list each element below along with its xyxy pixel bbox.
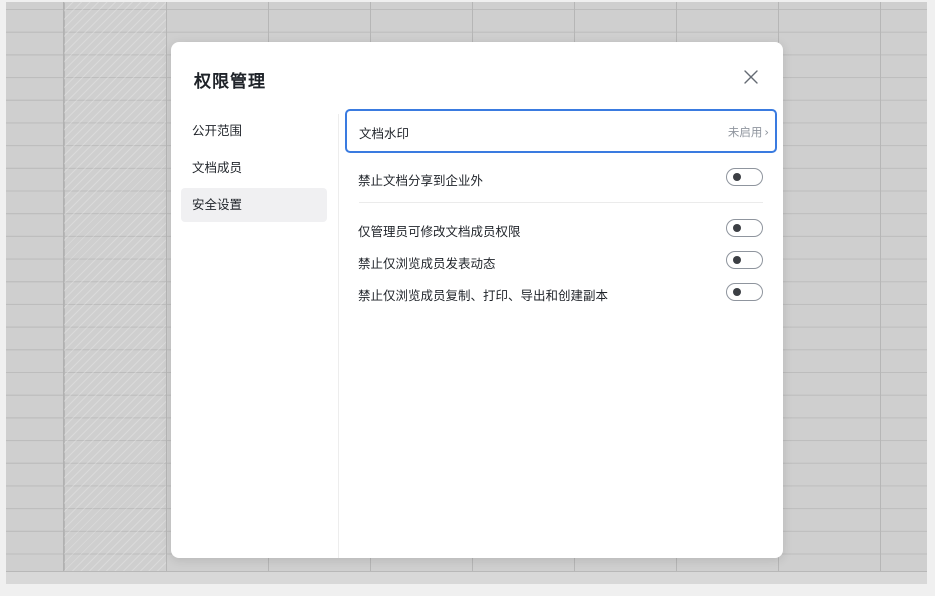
viewer-post-activity-row: 禁止仅浏览成员发表动态 [345,245,777,277]
viewer-copy-print-export-label: 禁止仅浏览成员复制、打印、导出和创建副本 [358,288,609,303]
watermark-label: 文档水印 [359,126,410,141]
nav-item-label: 文档成员 [192,160,243,175]
watermark-setting-row[interactable]: 文档水印 未启用 › [345,109,777,153]
toggle-knob [733,173,741,181]
admin-only-permission-row: 仅管理员可修改文档成员权限 [345,213,777,245]
nav-item-public-scope[interactable]: 公开范围 [181,114,327,148]
viewer-copy-print-export-row: 禁止仅浏览成员复制、打印、导出和创建副本 [345,277,777,309]
security-settings-panel: 文档水印 未启用 › 禁止文档分享到企业外 仅管理员可修改文档成员权限 禁止仅浏览… [345,109,777,309]
toggle-knob [733,288,741,296]
nav-divider [338,114,339,558]
settings-nav: 公开范围 文档成员 安全设置 [181,114,327,225]
dialog-title: 权限管理 [194,72,266,92]
viewer-post-activity-label: 禁止仅浏览成员发表动态 [358,256,496,271]
permission-dialog: 权限管理 公开范围 文档成员 安全设置 文档水印 未启用 › 禁止文档分享到企业外 [171,42,783,558]
external-share-toggle[interactable] [726,168,763,186]
external-share-row: 禁止文档分享到企业外 [345,162,777,194]
nav-item-doc-members[interactable]: 文档成员 [181,151,327,185]
close-button[interactable] [741,67,761,87]
toggle-knob [733,224,741,232]
nav-item-security-settings[interactable]: 安全设置 [181,188,327,222]
watermark-status-text: 未启用 [727,125,763,139]
admin-only-permission-toggle[interactable] [726,219,763,237]
close-icon [744,70,758,84]
admin-only-permission-label: 仅管理员可修改文档成员权限 [358,224,521,239]
watermark-status: 未启用 › [728,124,769,140]
toggle-knob [733,256,741,264]
nav-item-label: 安全设置 [192,197,243,212]
viewer-copy-print-export-toggle[interactable] [726,283,763,301]
external-share-label: 禁止文档分享到企业外 [358,173,484,188]
section-divider [359,202,763,203]
nav-item-label: 公开范围 [192,123,243,138]
chevron-right-icon: › [764,125,769,139]
viewer-post-activity-toggle[interactable] [726,251,763,269]
